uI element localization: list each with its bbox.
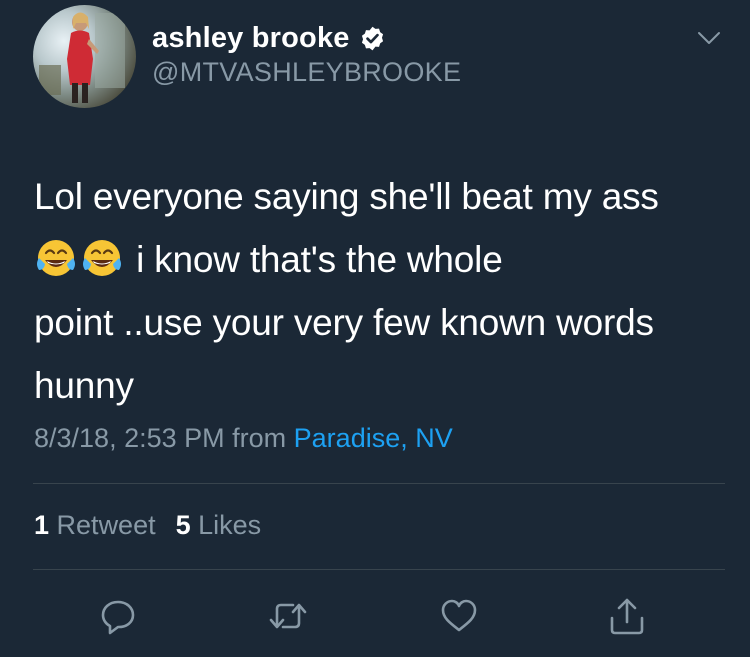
tweet-line: i know that's the whole — [34, 228, 724, 291]
retweet-icon[interactable] — [268, 596, 308, 636]
share-icon[interactable] — [607, 596, 647, 636]
from-label: from — [232, 423, 287, 453]
location-link[interactable]: Paradise, NV — [294, 423, 453, 453]
tweet-line: Lol everyone saying she'll beat my ass — [34, 176, 659, 217]
reply-icon[interactable] — [98, 596, 138, 636]
retweets-label: Retweet — [56, 510, 156, 540]
heart-icon[interactable] — [439, 596, 479, 636]
retweets-count: 1 — [34, 510, 50, 540]
tears-of-joy-emoji-icon — [83, 240, 121, 276]
tweet-line: hunny — [34, 365, 134, 406]
avatar[interactable] — [33, 5, 136, 108]
retweets-stat[interactable]: 1 Retweet — [34, 510, 156, 540]
display-name[interactable]: ashley brooke — [152, 22, 350, 55]
verified-badge-icon — [361, 26, 383, 50]
tweet-text: Lol everyone saying she'll beat my ass i… — [34, 165, 724, 417]
timestamp[interactable]: 8/3/18, 2:53 PM — [34, 423, 225, 453]
divider — [33, 569, 725, 570]
tweet-meta: 8/3/18, 2:53 PM from Paradise, NV — [34, 423, 453, 454]
tweet-stats: 1 Retweet 5 Likes — [34, 510, 261, 541]
likes-label: Likes — [198, 510, 262, 540]
tweet-line: point ..use your very few known words — [34, 302, 654, 343]
tweet-line-text: i know that's the whole — [126, 239, 503, 280]
chevron-down-icon[interactable] — [697, 30, 721, 46]
likes-count: 5 — [175, 510, 191, 540]
user-handle[interactable]: @MTVASHLEYBROOKE — [152, 57, 461, 88]
divider — [33, 483, 725, 484]
likes-stat[interactable]: 5 Likes — [176, 510, 262, 540]
author-name-row[interactable]: ashley brooke — [152, 18, 386, 58]
tears-of-joy-emoji-icon — [37, 240, 75, 276]
profile-photo-icon — [39, 12, 125, 103]
